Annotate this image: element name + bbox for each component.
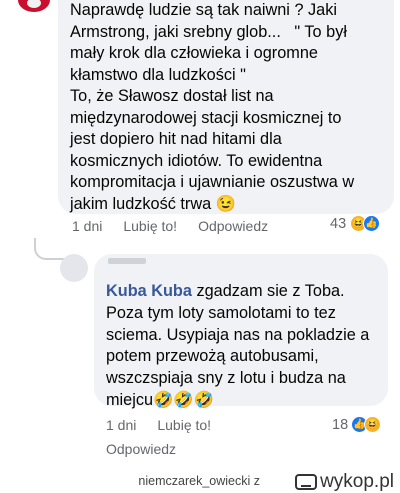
reply-avatar[interactable]: [60, 254, 88, 282]
comment-line: jest dopiero hit nad hitami dla: [70, 130, 282, 148]
comment-line: mały krok dla człowieka i ogromne: [70, 44, 318, 62]
watermark-footer: niemczarek_owiecki z wykop.pl: [0, 470, 400, 493]
like-button[interactable]: Lubię to!: [123, 218, 177, 234]
wykop-brand: wykop.pl: [320, 471, 394, 492]
comment-text: Naprawdę ludzie są tak naiwni ? Jaki Arm…: [70, 0, 382, 215]
reply-actions: 1 dni Lubię to!: [106, 417, 232, 433]
reply-line: potem przewożą autobusami,: [106, 347, 319, 366]
reaction-summary[interactable]: 43 😆 👍: [330, 215, 381, 232]
reply-line: Poza tym loty samolotami to tez: [106, 303, 336, 322]
reply-reply-button[interactable]: Odpowiedz: [106, 441, 176, 457]
reply-line: miejcu🤣🤣🤣: [106, 390, 214, 409]
reply-line-rest: zgadzam sie z Toba.: [191, 282, 345, 300]
comment-line: kompromitacja i ujawnianie oszustwa w: [70, 173, 355, 191]
comment-bubble: Naprawdę ludzie są tak naiwni ? Jaki Arm…: [58, 0, 394, 214]
comment-line: jakim ludzkość trwa 😉: [70, 194, 236, 213]
haha-reaction-icon: 😆: [364, 416, 382, 433]
reply-like-button[interactable]: Lubię to!: [157, 417, 211, 433]
mention-link[interactable]: Kuba Kuba: [106, 282, 192, 300]
comment-line: międzynarodowej stacji kosmicznej to: [70, 108, 342, 127]
reply-line: Kuba Kuba zgadzam sie z Toba.: [106, 281, 376, 303]
comment-actions: 1 dni Lubię to! Odpowiedz: [72, 216, 289, 236]
reply-text: Kuba Kuba zgadzam sie z Toba. Poza tym l…: [106, 281, 376, 412]
comment-line: To, że Sławosz dostał list na: [70, 87, 274, 105]
comment-line: kłamstwo dla ludzkości ": [70, 65, 246, 84]
reply-reaction-count: 18: [332, 416, 349, 433]
reply-author-name[interactable]: [108, 258, 146, 264]
reply-reaction-summary[interactable]: 18 👍 😆: [332, 416, 382, 433]
reply-timestamp[interactable]: 1 dni: [106, 417, 136, 433]
wykop-logo: wykop.pl: [295, 471, 394, 493]
wykop-logo-icon: [295, 474, 318, 490]
commenter-avatar[interactable]: [18, 0, 50, 12]
comment-line: Naprawdę ludzie są tak naiwni ? Jaki: [70, 1, 337, 19]
watermark-username: niemczarek_owiecki z: [138, 474, 260, 488]
comment-line: kosmicznych idiotów. To ewidentna: [70, 151, 323, 170]
reply-bubble: Kuba Kuba zgadzam sie z Toba. Poza tym l…: [94, 254, 388, 409]
reaction-count: 43: [330, 215, 347, 232]
comment-timestamp[interactable]: 1 dni: [72, 218, 102, 234]
reply-line: wszczspiaja sny z lotu i budza na: [106, 369, 346, 388]
like-reaction-icon: 👍: [363, 215, 381, 232]
reply-line: sciema. Usypiaja nas na pokladzie a: [106, 325, 370, 344]
reply-button[interactable]: Odpowiedz: [198, 218, 268, 234]
comment-line: Armstrong, jaki srebny glob... " To był: [70, 22, 347, 41]
